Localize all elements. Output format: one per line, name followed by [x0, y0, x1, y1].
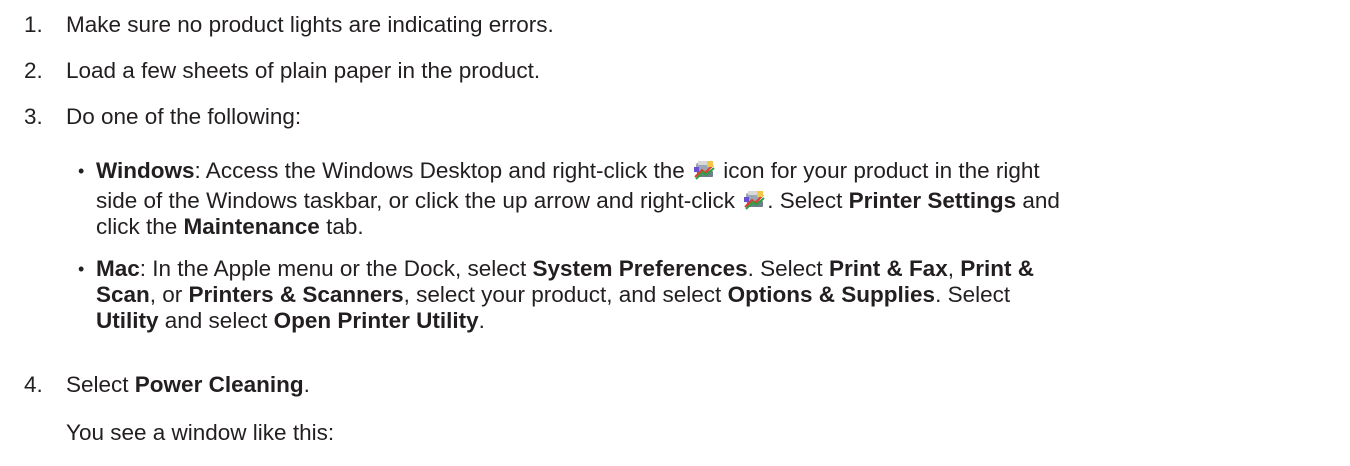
- mac-label: Mac: [96, 256, 140, 281]
- system-preferences-label: System Preferences: [532, 256, 748, 281]
- text-run: .: [303, 372, 310, 397]
- text-run: side of the Windows taskbar, or click th…: [96, 188, 742, 213]
- step-text: Load a few sheets of plain paper in the …: [66, 58, 541, 83]
- text-run: . Select: [935, 282, 1011, 307]
- print-scan-label: Scan: [96, 282, 150, 307]
- options-supplies-label: Options & Supplies: [727, 282, 936, 307]
- text-run: : Access the Windows Desktop and right-c…: [194, 158, 692, 183]
- utility-label: Utility: [96, 308, 159, 333]
- step-text: Do one of the following:: [66, 104, 302, 129]
- text-run: tab.: [319, 214, 364, 239]
- text-run: Select: [66, 372, 135, 397]
- step-number: 4.: [24, 372, 43, 397]
- windows-label: Windows: [96, 158, 195, 183]
- text-run: click the: [96, 214, 184, 239]
- text-run: , select your product, and select: [403, 282, 728, 307]
- text-run: : In the Apple menu or the Dock, select: [139, 256, 533, 281]
- windows-line-1: Windows: Access the Windows Desktop and …: [96, 158, 1040, 188]
- power-cleaning-label: Power Cleaning: [134, 372, 304, 397]
- step-number: 2.: [24, 58, 43, 83]
- maintenance-label: Maintenance: [183, 214, 320, 239]
- windows-line-3: click the Maintenance tab.: [96, 214, 364, 244]
- follow-up-text: You see a window like this:: [66, 420, 335, 445]
- print-scan-label: Print &: [960, 256, 1034, 281]
- printer-settings-label: Printer Settings: [848, 188, 1017, 213]
- text-run: icon for your product in the right: [717, 158, 1040, 183]
- step-number: 1.: [24, 12, 43, 37]
- step-text: Select Power Cleaning.: [66, 372, 1340, 398]
- open-printer-utility-label: Open Printer Utility: [273, 308, 479, 333]
- text-run: and: [1016, 188, 1060, 213]
- printer-tray-icon: [744, 191, 765, 210]
- step-number: 3.: [24, 104, 43, 129]
- text-run: . Select: [767, 188, 849, 213]
- step-text: Make sure no product lights are indicati…: [66, 12, 554, 37]
- text-run: ,: [947, 256, 961, 281]
- text-run: , or: [149, 282, 189, 307]
- mac-line-3: Utility and select Open Printer Utility.: [96, 308, 485, 338]
- bullet-dot: •: [78, 161, 85, 181]
- printer-tray-icon: [694, 161, 715, 180]
- text-run: .: [478, 308, 485, 333]
- bullet-dot: •: [78, 259, 85, 279]
- printers-scanners-label: Printers & Scanners: [188, 282, 404, 307]
- text-run: . Select: [747, 256, 829, 281]
- text-run: and select: [158, 308, 274, 333]
- print-fax-label: Print & Fax: [828, 256, 948, 281]
